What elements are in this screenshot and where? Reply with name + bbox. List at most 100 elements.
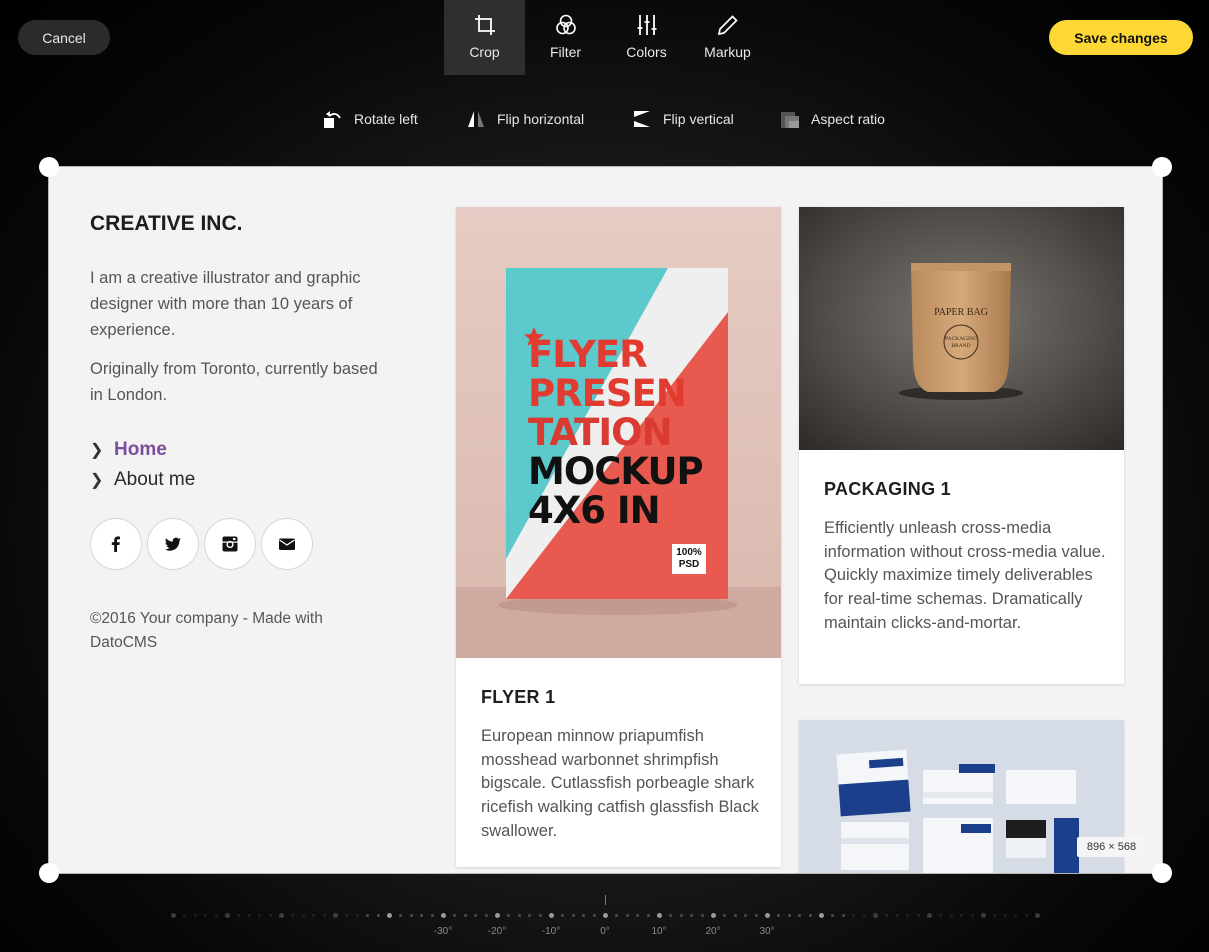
crop-handle-top-left[interactable]: [39, 157, 59, 177]
ruler-tick: [571, 914, 575, 917]
ruler-tick: [474, 914, 478, 917]
ruler-tick: [463, 914, 467, 917]
tab-label: Crop: [469, 44, 500, 60]
flyer-poster-line: FLYER: [528, 333, 648, 376]
chevron-right-icon: ❯: [90, 472, 104, 489]
ruler-tick: [431, 914, 435, 917]
sliders-icon: [637, 15, 656, 35]
crop-area[interactable]: CREATIVE INC. I am a creative illustrato…: [48, 166, 1163, 874]
ruler-tick: [884, 914, 888, 917]
ruler-tick: [582, 914, 586, 917]
nav-item-label: Home: [114, 439, 167, 460]
psd-badge: 100% PSD: [672, 544, 706, 574]
card-title: PACKAGING 1: [824, 479, 951, 499]
chevron-right-icon: ❯: [90, 442, 104, 459]
ruler-center-indicator: [605, 895, 606, 905]
nav-item-home[interactable]: ❯ Home: [90, 435, 195, 465]
ruler-tick: [647, 914, 651, 917]
brand-title: CREATIVE INC.: [90, 212, 243, 235]
flyer-poster-line: PRESEN: [528, 372, 687, 415]
ruler-label: -30°: [433, 926, 453, 937]
ruler-tick: [776, 914, 780, 917]
crop-size-label: 896 × 568: [1077, 837, 1146, 857]
tool-label: Flip vertical: [663, 111, 734, 127]
ruler-tick: [938, 914, 942, 917]
ruler-label: 30°: [759, 926, 775, 937]
ruler-tick: [193, 914, 197, 917]
ruler-tick: [949, 914, 953, 917]
ruler-tick: [625, 914, 629, 917]
rotate-left-icon: [324, 111, 341, 128]
flyer-poster-line: MOCKUP: [528, 450, 704, 493]
ruler-tick: [539, 914, 543, 917]
crop-handle-top-right[interactable]: [1152, 157, 1172, 177]
packaging-card[interactable]: PAPER BAG PACKAGING BRAND PACKAGING 1 Ef…: [799, 207, 1124, 684]
tab-filter[interactable]: Filter: [525, 0, 606, 75]
ruler-tick: [1003, 914, 1007, 917]
tab-colors[interactable]: Colors: [606, 0, 687, 75]
cancel-button[interactable]: Cancel: [18, 20, 110, 55]
stationery-image: [799, 720, 1124, 873]
paper-bag-brand: PACKAGING BRAND: [945, 336, 977, 349]
ruler-label: 20°: [705, 926, 721, 937]
ruler-tick: [992, 914, 996, 917]
facebook-icon: [111, 536, 120, 552]
card-text: European minnow priapumfish mosshead war…: [481, 727, 759, 840]
tab-label: Filter: [549, 44, 582, 60]
email-button[interactable]: [261, 518, 313, 570]
rotation-ruler[interactable]: -30° -20° -10° 0° 10° 20° 30°: [171, 895, 1040, 945]
crop-handle-bottom-right[interactable]: [1152, 863, 1172, 883]
flip-horizontal-button[interactable]: Flip horizontal: [465, 108, 584, 130]
stationery-card[interactable]: [799, 720, 1124, 873]
ruler-tick: [398, 914, 402, 917]
ruler-tick: [420, 914, 424, 917]
flip-vertical-button[interactable]: Flip vertical: [631, 108, 734, 130]
psd-badge-line: 100%: [676, 547, 702, 558]
ruler-label: -10°: [541, 926, 561, 937]
ruler-tick: [927, 913, 932, 918]
ruler-tick: [290, 914, 294, 917]
ruler-tick: [528, 914, 532, 917]
ruler-tick: [560, 914, 564, 917]
tab-markup[interactable]: Markup: [687, 0, 768, 75]
ruler-tick: [279, 913, 284, 918]
ruler-tick: [765, 913, 770, 918]
ruler-tick: [690, 914, 694, 917]
ruler-tick: [636, 914, 640, 917]
flip-horizontal-icon: [468, 111, 484, 127]
ruler-tick: [679, 914, 683, 917]
ruler-tick: [603, 913, 608, 918]
flyer-poster-line: TATION: [528, 411, 673, 454]
tab-crop[interactable]: Crop: [444, 0, 525, 75]
twitter-button[interactable]: [147, 518, 199, 570]
ruler-tick: [895, 914, 899, 917]
ruler-tick: [247, 914, 251, 917]
tab-label: Markup: [704, 44, 751, 60]
facebook-button[interactable]: [90, 518, 142, 570]
aspect-ratio-button[interactable]: Aspect ratio: [779, 108, 885, 130]
ruler-tick: [873, 913, 878, 918]
crop-tools: Rotate left Flip horizontal Flip vertica…: [0, 108, 1209, 132]
ruler-tick: [701, 914, 705, 917]
flyer-card[interactable]: FLYER PRESEN TATION MOCKUP 4X6 IN 100% P…: [456, 207, 781, 867]
ruler-tick: [981, 913, 986, 918]
card-text: Efficiently unleash cross-media informat…: [824, 519, 1106, 632]
flip-vertical-icon: [634, 111, 650, 127]
ruler-tick: [711, 913, 716, 918]
nav-item-about[interactable]: ❯ About me: [90, 465, 195, 495]
ruler-tick: [733, 914, 737, 917]
crop-handle-bottom-left[interactable]: [39, 863, 59, 883]
twitter-icon: [165, 537, 181, 551]
email-icon: [279, 538, 295, 550]
ruler-tick: [355, 914, 359, 917]
ruler-tick: [441, 913, 446, 918]
paper-bag-label: PAPER BAG: [934, 307, 988, 318]
ruler-tick: [409, 914, 413, 917]
save-changes-button[interactable]: Save changes: [1049, 20, 1193, 55]
instagram-button[interactable]: [204, 518, 256, 570]
rotate-left-button[interactable]: Rotate left: [322, 108, 418, 130]
tab-label: Colors: [626, 44, 667, 60]
bio-paragraph: I am a creative illustrator and graphic …: [90, 269, 361, 339]
ruler-tick: [549, 913, 554, 918]
ruler-tick: [614, 914, 618, 917]
